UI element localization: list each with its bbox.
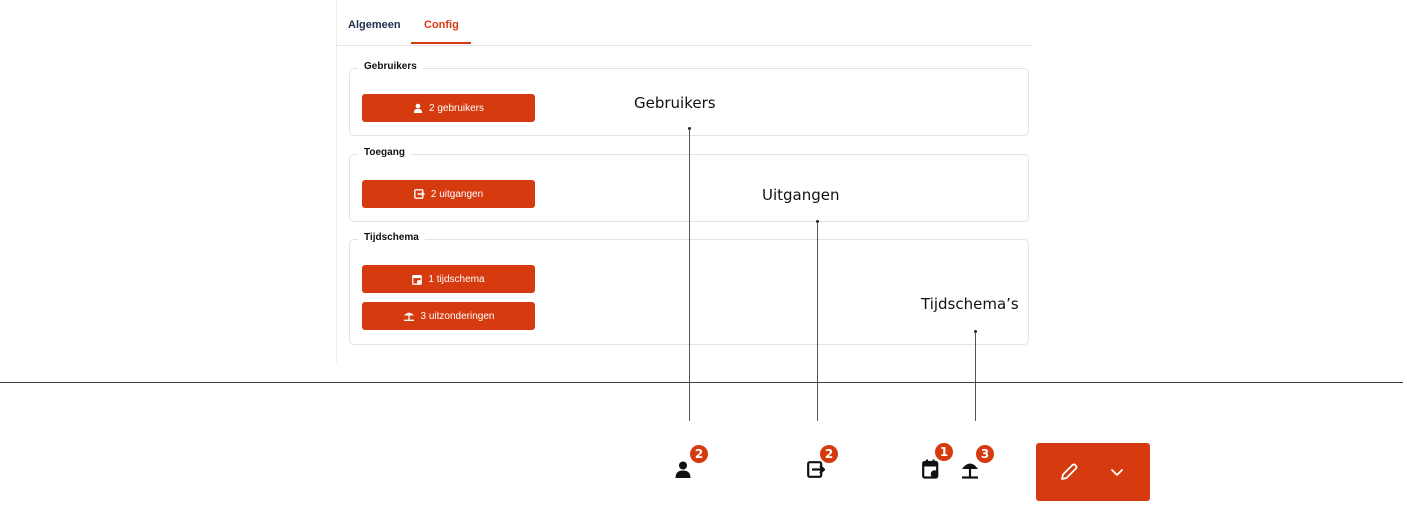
divider — [0, 382, 1403, 383]
callout-users: Gebruikers — [634, 94, 716, 112]
callout-schedules: Tijdschema’s — [921, 295, 1019, 313]
callout-schedules-line — [975, 332, 976, 421]
exit-icon — [413, 189, 425, 199]
exit-icon — [807, 461, 825, 478]
callout-exits: Uitgangen — [762, 186, 840, 204]
edit-dropdown-button[interactable] — [1036, 443, 1150, 501]
access-section-title: Toegang — [358, 147, 411, 158]
tab-algemeen[interactable]: Algemeen — [348, 19, 401, 31]
calendar-icon — [922, 459, 939, 479]
exceptions-compact[interactable]: 3 — [959, 443, 999, 483]
exits-compact[interactable]: 2 — [806, 443, 846, 483]
user-icon — [413, 103, 423, 113]
exits-button[interactable]: 2 uitgangen — [362, 180, 535, 208]
beach-umbrella-icon — [403, 312, 414, 321]
schedule-count-badge: 1 — [935, 443, 953, 461]
calendar-icon — [412, 274, 423, 285]
user-icon — [675, 461, 691, 478]
exceptions-button-label: 3 uitzonderingen — [420, 310, 495, 322]
exits-button-label: 2 uitgangen — [430, 188, 484, 200]
schedule-section-title: Tijdschema — [358, 232, 425, 243]
panel-left-border — [336, 0, 337, 362]
users-count-badge: 2 — [690, 445, 708, 463]
exceptions-count-badge: 3 — [976, 445, 994, 463]
pencil-icon[interactable] — [1059, 462, 1079, 482]
schedule-compact[interactable]: 1 — [920, 443, 960, 483]
active-tab-indicator — [411, 42, 471, 44]
callout-users-line — [689, 129, 690, 421]
schedule-button[interactable]: 1 tijdschema — [362, 265, 535, 293]
schedule-button-label: 1 tijdschema — [428, 273, 485, 285]
users-compact[interactable]: 2 — [673, 443, 713, 483]
users-section-title: Gebruikers — [358, 61, 423, 72]
chevron-down-icon[interactable] — [1110, 467, 1124, 477]
callout-exits-line — [817, 222, 818, 421]
users-button-label: 2 gebruikers — [428, 102, 485, 114]
tab-bar: Algemeen Config — [337, 0, 1033, 46]
beach-umbrella-icon — [962, 463, 978, 479]
tab-config[interactable]: Config — [424, 19, 459, 31]
exceptions-button[interactable]: 3 uitzonderingen — [362, 302, 535, 330]
exits-count-badge: 2 — [820, 445, 838, 463]
users-button[interactable]: 2 gebruikers — [362, 94, 535, 122]
